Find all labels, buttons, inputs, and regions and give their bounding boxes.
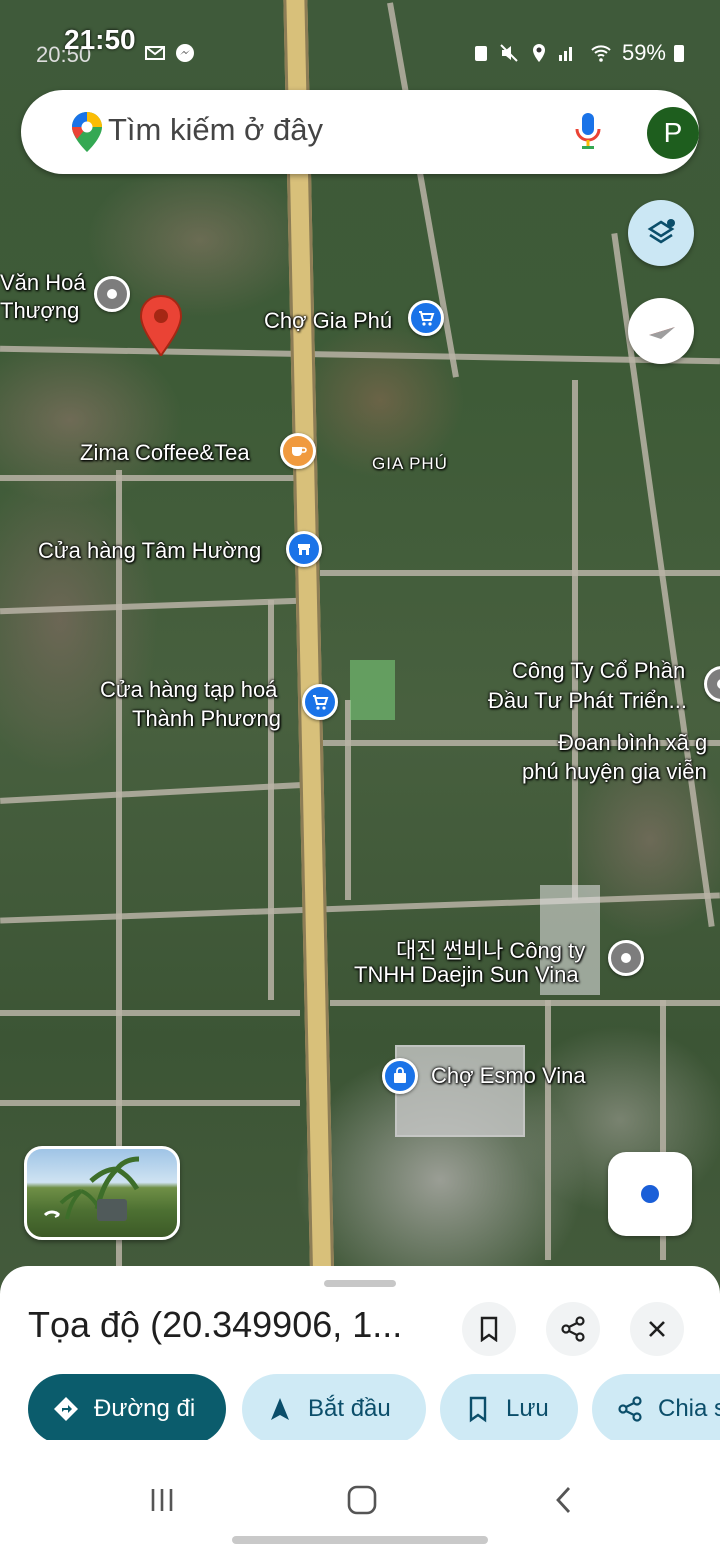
map-label[interactable]: Công Ty Cổ Phần [512, 658, 685, 684]
coordinate-title: Tọa độ (20.349906, 1... [28, 1304, 403, 1345]
save-button[interactable]: Lưu [440, 1374, 578, 1444]
close-icon [649, 1321, 665, 1337]
action-chips: Đường đi Bắt đầu Lưu Chia s [0, 1374, 720, 1446]
map-label[interactable]: TNHH Daejin Sun Vina [354, 962, 579, 988]
compass-button[interactable] [628, 298, 694, 364]
battery-level: 59% [621, 40, 666, 65]
save-label: Lưu [506, 1395, 549, 1422]
map-label: GIA PHÚ [372, 454, 448, 473]
place-pin-icon[interactable] [704, 666, 720, 702]
my-location-button[interactable] [608, 1152, 692, 1236]
shopping-bag-icon[interactable] [382, 1058, 418, 1094]
compass-icon [649, 327, 675, 339]
home-button[interactable] [342, 1480, 382, 1520]
directions-label: Đường đi [94, 1395, 196, 1422]
shopping-cart-icon[interactable] [408, 300, 444, 336]
home-icon [347, 1485, 377, 1515]
map-label[interactable]: 대진 썬비나 Công ty [396, 933, 585, 965]
map-label[interactable]: Thượng [0, 298, 79, 324]
status-time: 21:50 [64, 24, 136, 55]
status-bar: 20:50 21:50 59% [0, 24, 720, 74]
store-icon[interactable] [286, 531, 322, 567]
coffee-cup-icon[interactable] [280, 433, 316, 469]
share-icon [618, 1396, 642, 1422]
street-view-thumbnail[interactable] [24, 1146, 180, 1240]
place-pin-icon[interactable] [94, 276, 130, 312]
map-view[interactable]: Văn Hoá Thượng Chợ Gia Phú Zima Coffee&T… [0, 0, 720, 1300]
layers-button[interactable] [628, 200, 694, 266]
search-input[interactable]: Tìm kiếm ở đây [108, 112, 323, 148]
map-label[interactable]: Chợ Esmo Vina [431, 1063, 586, 1089]
directions-icon [54, 1397, 78, 1421]
map-label[interactable]: phú huyện gia viễn [522, 759, 707, 785]
system-nav-bar [0, 1440, 720, 1557]
location-icon [533, 44, 545, 62]
map-label[interactable]: Cửa hàng tạp hoá [100, 677, 277, 703]
start-button[interactable]: Bắt đầu [242, 1374, 426, 1444]
bookmark-icon [469, 1396, 487, 1423]
close-button[interactable] [630, 1302, 684, 1356]
wifi-icon [591, 45, 611, 62]
map-label[interactable]: Đoan bình xã g [558, 730, 707, 756]
home-indicator [232, 1536, 488, 1544]
share-icon [561, 1316, 585, 1342]
google-maps-logo-icon [72, 112, 102, 152]
mail-icon [145, 46, 165, 60]
share-chip-button[interactable]: Chia s [592, 1374, 720, 1444]
battery-icon [674, 45, 684, 62]
layers-icon [647, 219, 675, 244]
back-icon [556, 1487, 571, 1513]
recent-apps-button[interactable] [142, 1480, 182, 1520]
microphone-icon[interactable] [573, 111, 603, 151]
street-view-image [43, 1156, 140, 1221]
map-label[interactable]: Đầu Tư Phát Triển... [488, 688, 687, 714]
map-label[interactable]: Zima Coffee&Tea [80, 440, 250, 466]
navigation-arrow-icon [271, 1398, 289, 1420]
share-button[interactable] [546, 1302, 600, 1356]
map-label[interactable]: Văn Hoá [0, 270, 86, 296]
map-label[interactable]: Cửa hàng Tâm Hường [38, 538, 261, 564]
messenger-icon [176, 44, 194, 62]
start-label: Bắt đầu [308, 1395, 391, 1422]
recent-apps-icon [151, 1489, 173, 1511]
signal-icon [559, 47, 572, 61]
avatar[interactable]: P [647, 107, 699, 159]
directions-button[interactable]: Đường đi [28, 1374, 226, 1444]
map-label[interactable]: Thành Phương [132, 706, 281, 732]
place-pin-icon[interactable] [608, 940, 644, 976]
bookmark-button[interactable] [462, 1302, 516, 1356]
drag-handle[interactable] [324, 1280, 396, 1287]
map-label[interactable]: Chợ Gia Phú [264, 308, 392, 334]
alarm-icon [475, 46, 487, 61]
my-location-icon [641, 1185, 659, 1203]
search-bar[interactable]: Tìm kiếm ở đây P [21, 90, 699, 174]
dropped-pin-icon[interactable] [138, 294, 184, 358]
mute-icon [500, 44, 518, 62]
screen: Văn Hoá Thượng Chợ Gia Phú Zima Coffee&T… [0, 0, 720, 1557]
shopping-cart-icon[interactable] [302, 684, 338, 720]
share-label: Chia s [658, 1395, 720, 1422]
back-button[interactable] [544, 1480, 584, 1520]
bookmark-icon [480, 1316, 498, 1342]
